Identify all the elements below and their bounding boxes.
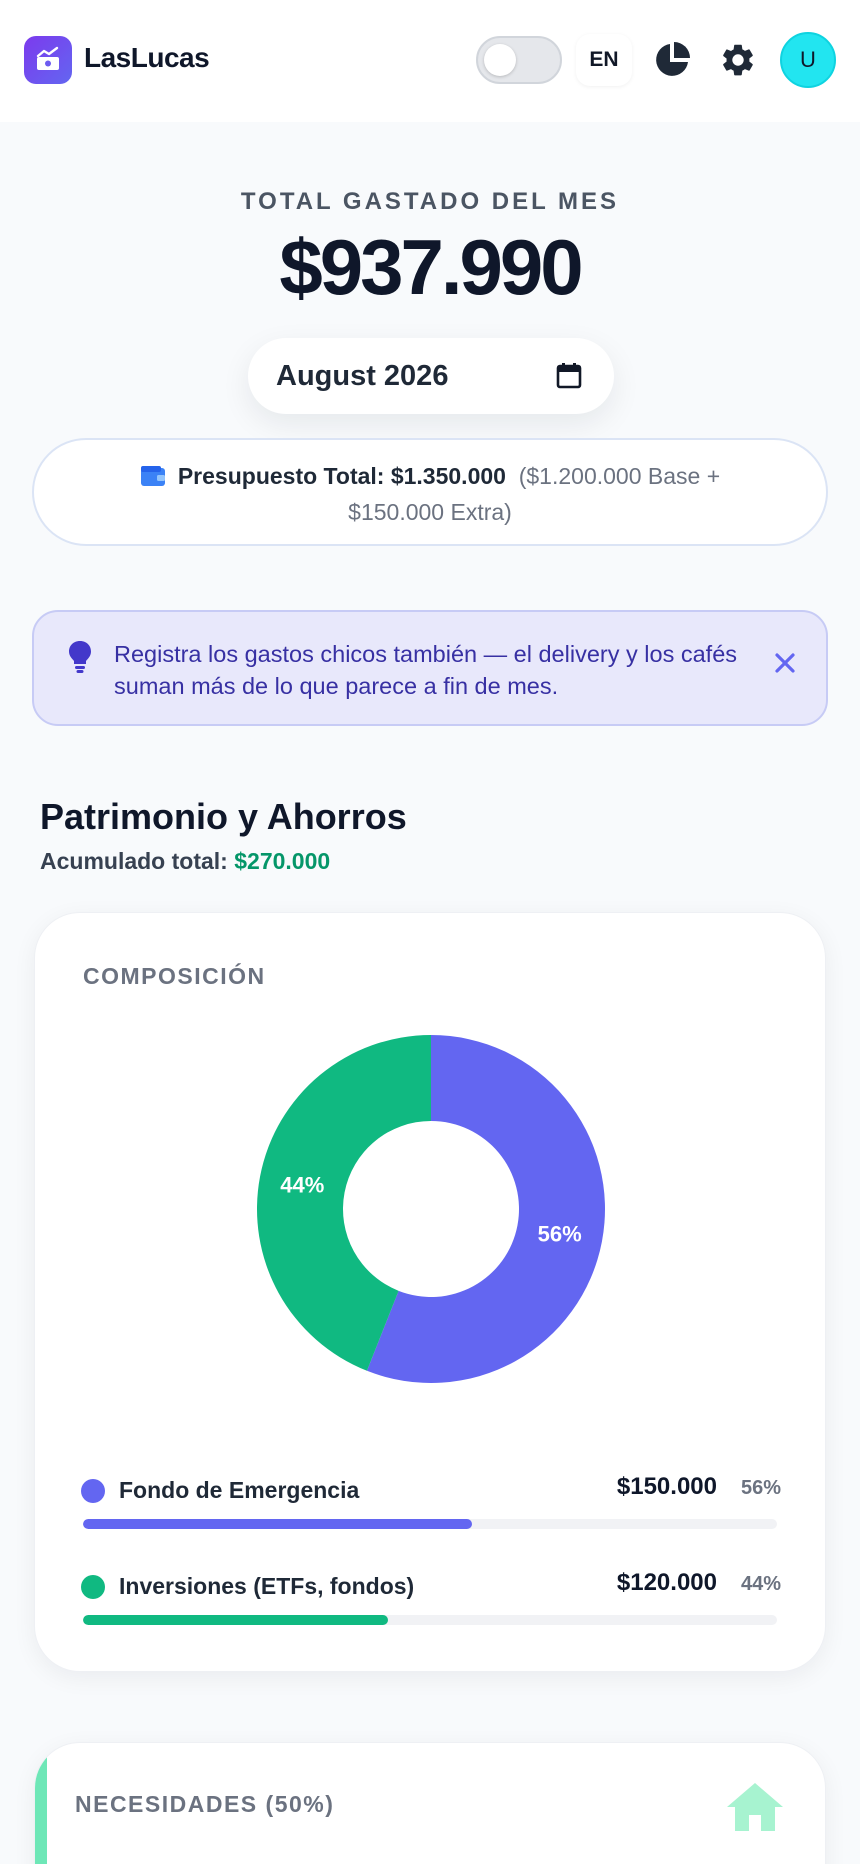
donut-slice-label: 56% — [538, 1222, 582, 1247]
logo-chart-icon[interactable] — [24, 36, 72, 84]
donut-slice-label: 44% — [280, 1172, 324, 1197]
legend-percent: 56% — [740, 1477, 781, 1499]
composition-donut-chart: 56% 44% — [257, 1035, 605, 1383]
gear-icon[interactable] — [716, 38, 760, 82]
toggle-knob — [484, 44, 516, 76]
home-icon — [725, 1781, 785, 1838]
close-icon[interactable] — [770, 648, 800, 678]
composition-card: COMPOSICIÓN 56% 44% Fondo de Emergencia $… — [34, 912, 826, 1672]
top-header: LasLucas EN U — [0, 0, 860, 122]
tip-text: Registra los gastos chicos también — el … — [114, 641, 738, 699]
budget-total: Presupuesto Total: $1.350.000 — [177, 463, 506, 489]
composition-label: COMPOSICIÓN — [83, 963, 266, 989]
user-avatar[interactable]: U — [780, 32, 836, 88]
total-label: TOTAL GASTADO DEL MES — [240, 188, 620, 215]
accumulated-total: Acumulado total: $270.000 — [40, 848, 330, 875]
tip-banner: Registra los gastos chicos también — el … — [32, 610, 828, 726]
needs-label: NECESIDADES (50%) — [75, 1791, 335, 1817]
calendar-icon[interactable] — [556, 362, 582, 395]
legend-amount: $120.000 — [616, 1569, 717, 1596]
legend-item-investments: Inversiones (ETFs, fondos) $120.000 44% — [81, 1569, 781, 1629]
legend-dot — [81, 1479, 105, 1503]
legend-name: Fondo de Emergencia — [119, 1477, 360, 1503]
accumulated-amount: $270.000 — [234, 848, 331, 874]
legend-amount: $150.000 — [616, 1473, 717, 1500]
wallet-icon — [140, 463, 166, 496]
needs-category-card[interactable]: NECESIDADES (50%) — [34, 1742, 826, 1864]
month-picker[interactable]: August 2026 — [248, 338, 614, 414]
legend-percent: 44% — [740, 1573, 781, 1595]
theme-toggle[interactable] — [476, 36, 562, 84]
progress-fill — [83, 1519, 472, 1529]
language-button[interactable]: EN — [576, 34, 632, 86]
legend-dot — [81, 1575, 105, 1599]
accumulated-label: Acumulado total: — [40, 848, 228, 874]
needs-accent-bar — [35, 1743, 47, 1864]
total-amount: $937.990 — [279, 223, 583, 311]
progress-fill — [83, 1615, 389, 1625]
lightbulb-icon — [68, 640, 92, 679]
month-value: August 2026 — [276, 360, 449, 392]
pie-chart-icon[interactable] — [650, 38, 694, 82]
section-title: Patrimonio y Ahorros — [40, 796, 407, 837]
legend-item-emergency: Fondo de Emergencia $150.000 56% — [81, 1473, 781, 1533]
budget-summary: Presupuesto Total: $1.350.000 ($1.200.00… — [32, 438, 828, 546]
legend-name: Inversiones (ETFs, fondos) — [119, 1573, 415, 1599]
progress-track — [83, 1615, 777, 1625]
app-name: LasLucas — [84, 42, 210, 73]
progress-track — [83, 1519, 777, 1529]
